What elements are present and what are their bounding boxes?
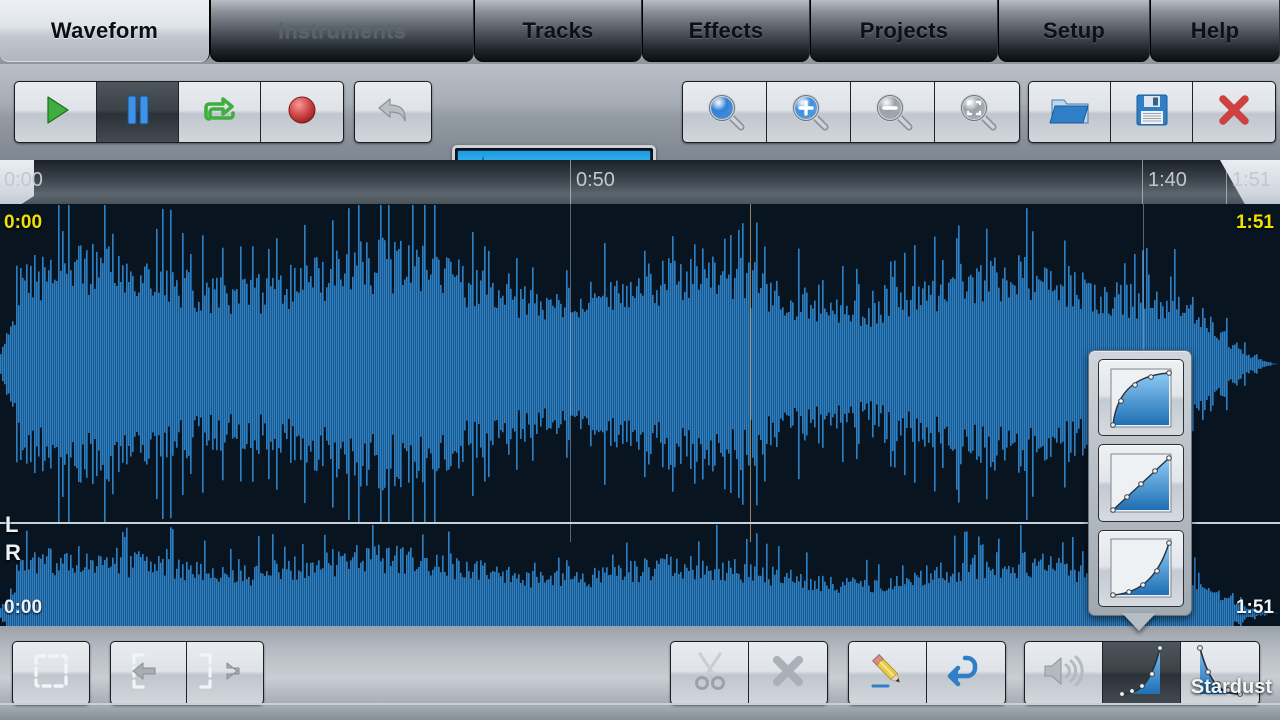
fade-curve-popup[interactable] xyxy=(1088,350,1192,630)
dashed-rect-icon xyxy=(32,652,70,695)
zoom-out-button[interactable] xyxy=(851,82,935,142)
undo2-button[interactable] xyxy=(927,642,1005,704)
magnifier-icon xyxy=(703,89,747,136)
open-button[interactable] xyxy=(1029,82,1111,142)
undo-button[interactable] xyxy=(355,82,431,142)
tab-label: Projects xyxy=(860,18,948,44)
fade-in-icon xyxy=(1118,644,1166,703)
save-button[interactable] xyxy=(1111,82,1193,142)
tab-label: Instruments xyxy=(278,18,406,44)
folder-icon xyxy=(1049,93,1091,132)
red-x-icon xyxy=(1217,93,1251,132)
loop-button[interactable] xyxy=(179,82,261,142)
close-button[interactable] xyxy=(1193,82,1275,142)
volume-button[interactable] xyxy=(1025,642,1103,704)
select-button-group xyxy=(12,641,90,705)
pause-button[interactable] xyxy=(97,82,179,142)
pause-icon xyxy=(124,94,152,131)
loop-icon xyxy=(200,93,240,132)
top-toolbar: 064.9 xyxy=(0,64,1280,160)
exponential-curve-icon xyxy=(1107,535,1175,601)
delete-button[interactable] xyxy=(749,642,827,704)
ruler-tick xyxy=(1226,160,1227,204)
draw-button-group xyxy=(848,641,1006,705)
fade-curve-exponential-button[interactable] xyxy=(1098,530,1184,607)
select-all-button[interactable] xyxy=(13,642,89,704)
undo-arrow-icon xyxy=(374,93,412,132)
tab-instruments[interactable]: Instruments xyxy=(210,0,474,62)
scissors-icon xyxy=(691,651,729,696)
record-icon xyxy=(286,94,318,131)
tab-label: Waveform xyxy=(51,18,158,44)
tab-help[interactable]: Help xyxy=(1150,0,1280,62)
audio-editor-window: Waveform Instruments Tracks Effects Projects… xyxy=(0,0,1280,720)
tab-projects[interactable]: Projects xyxy=(810,0,998,62)
blue-undo-icon xyxy=(946,652,986,695)
overview-divider xyxy=(0,703,1280,705)
tab-label: Tracks xyxy=(523,18,594,44)
fade-in-button[interactable] xyxy=(1103,642,1181,704)
tab-label: Help xyxy=(1191,18,1239,44)
tab-tracks[interactable]: Tracks xyxy=(474,0,642,62)
marker-line xyxy=(750,204,751,542)
logarithmic-curve-icon xyxy=(1107,365,1175,431)
magnifier-plus-icon xyxy=(787,89,831,136)
fade-curve-popup-body xyxy=(1088,350,1192,616)
ruler-label: 1:51 xyxy=(1232,169,1271,192)
selection-start-button[interactable] xyxy=(111,642,187,704)
channel-label-left: L xyxy=(5,512,18,538)
tab-setup[interactable]: Setup xyxy=(998,0,1150,62)
zoom-button-group xyxy=(682,81,1020,143)
ruler-tick xyxy=(1142,160,1143,204)
magnifier-fit-icon xyxy=(955,89,999,136)
magnifier-minus-icon xyxy=(871,89,915,136)
selection-end-time: 1:51 xyxy=(1236,212,1274,234)
tab-label: Setup xyxy=(1043,18,1105,44)
cut-button[interactable] xyxy=(671,642,749,704)
file-button-group xyxy=(1028,81,1276,143)
channel-label-right: R xyxy=(5,540,21,566)
play-icon xyxy=(39,93,73,132)
ruler-tick xyxy=(570,160,571,204)
record-button[interactable] xyxy=(261,82,343,142)
arrow-left-bracket-icon xyxy=(121,651,177,696)
gridline-0-50 xyxy=(570,204,571,542)
edit-button-group xyxy=(670,641,828,705)
bracket-arrow-right-icon xyxy=(197,651,253,696)
play-button[interactable] xyxy=(15,82,97,142)
tab-waveform[interactable]: Waveform xyxy=(0,0,210,62)
pencil-button[interactable] xyxy=(849,642,927,704)
ruler-label: 0:00 xyxy=(4,169,43,192)
zoom-in-button[interactable] xyxy=(767,82,851,142)
fade-curve-logarithmic-button[interactable] xyxy=(1098,359,1184,436)
track-name-label: Stardust xyxy=(1191,676,1272,699)
ruler-label: 1:40 xyxy=(1148,169,1187,192)
linear-curve-icon xyxy=(1107,450,1175,516)
timeline-ruler[interactable]: 0:00 0:50 1:40 1:51 xyxy=(0,160,1280,204)
tab-label: Effects xyxy=(689,18,764,44)
speaker-icon xyxy=(1041,653,1087,694)
overview-start-time: 0:00 xyxy=(4,597,42,619)
gray-x-icon xyxy=(770,653,806,694)
selection-edge-button-group xyxy=(110,641,264,705)
transport-button-group xyxy=(14,81,344,143)
zoom-selection-button[interactable] xyxy=(683,82,767,142)
ruler-label: 0:50 xyxy=(576,169,615,192)
selection-start-time: 0:00 xyxy=(4,212,42,234)
undo-button-group xyxy=(354,81,432,143)
pencil-icon xyxy=(868,651,908,696)
bottom-toolbar xyxy=(0,626,1280,720)
tab-bar: Waveform Instruments Tracks Effects Projects… xyxy=(0,0,1280,64)
fade-curve-popup-tail xyxy=(1122,613,1156,631)
selection-end-button[interactable] xyxy=(187,642,263,704)
tab-effects[interactable]: Effects xyxy=(642,0,810,62)
floppy-icon xyxy=(1135,93,1169,132)
fade-curve-linear-button[interactable] xyxy=(1098,444,1184,521)
zoom-fit-button[interactable] xyxy=(935,82,1019,142)
overview-end-time: 1:51 xyxy=(1236,597,1274,619)
